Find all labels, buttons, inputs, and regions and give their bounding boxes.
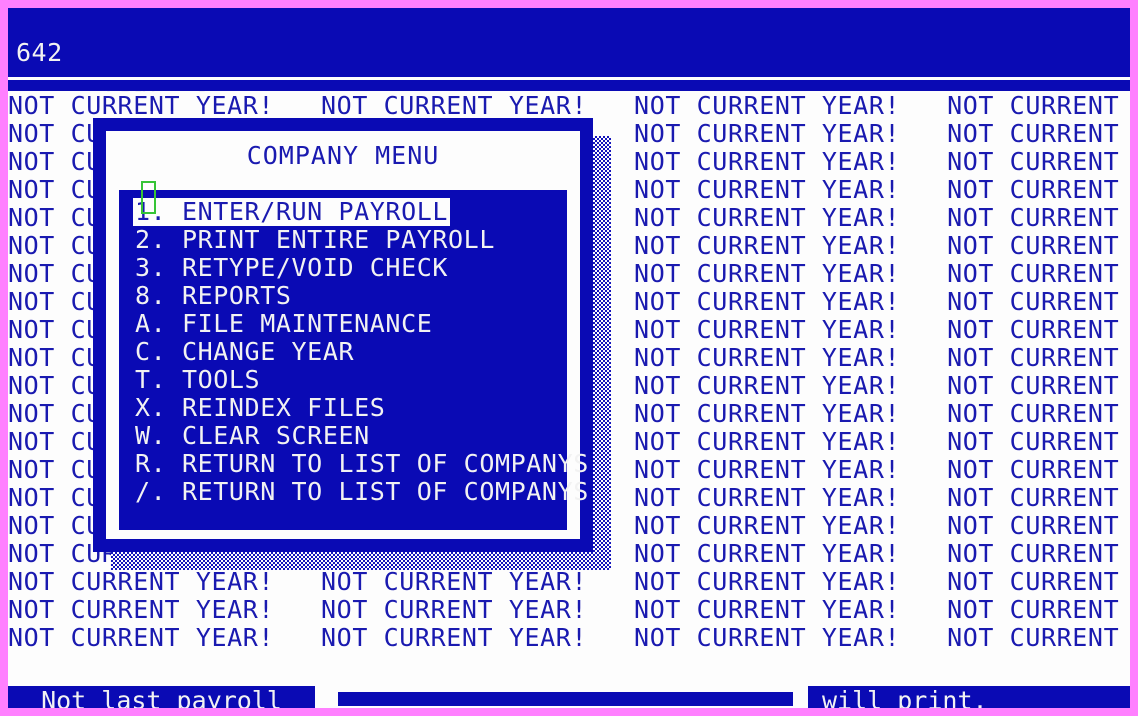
menu-panel: 1. ENTER/RUN PAYROLL 2. PRINT ENTIRE PAYR… — [119, 190, 588, 530]
menu-item-1[interactable]: 1. ENTER/RUN PAYROLL — [119, 198, 581, 226]
menu-item-8[interactable]: 8. REPORTS — [119, 282, 581, 310]
status-left-message: Not last payroll — [8, 686, 315, 708]
dialog-title: COMPANY MENU — [246, 141, 440, 170]
menu-item-label: W. CLEAR SCREEN — [135, 421, 370, 450]
background-warning-line: NOT CURRENT YEAR! NOT CURRENT YEAR! NOT … — [8, 91, 1130, 120]
menu-item-label: X. REINDEX FILES — [135, 393, 386, 422]
status-bar: Not last payroll will print. — [8, 686, 1130, 708]
terminal-screen: 642 Year `0 03/29/22 FAX---> 1 PAYROLL M… — [8, 8, 1130, 708]
menu-item-2[interactable]: 2. PRINT ENTIRE PAYROLL — [119, 226, 581, 254]
menu-item-C[interactable]: C. CHANGE YEAR — [119, 338, 581, 366]
menu-item-label: 8. REPORTS — [135, 281, 292, 310]
menu-item-label: C. CHANGE YEAR — [135, 337, 355, 366]
menu-item-X[interactable]: X. REINDEX FILES — [119, 394, 581, 422]
header-bar: 642 Year `0 03/29/22 FAX---> 1 PAYROLL M… — [8, 8, 1130, 192]
terminal-window: 642 Year `0 03/29/22 FAX---> 1 PAYROLL M… — [0, 0, 1138, 716]
menu-item-A[interactable]: A. FILE MAINTENANCE — [119, 310, 581, 338]
menu-item-label: T. TOOLS — [135, 365, 261, 394]
status-right-message: will print. — [808, 686, 1130, 708]
menu-item-label: 1. ENTER/RUN PAYROLL — [133, 197, 451, 226]
header-divider — [8, 70, 1130, 91]
menu-item-label: 2. PRINT ENTIRE PAYROLL — [135, 225, 495, 254]
background-warning-line: NOT CURRENT YEAR! NOT CURRENT YEAR! NOT … — [8, 595, 1130, 624]
background-warning-line: NOT CURRENT YEAR! NOT CURRENT YEAR! NOT … — [8, 623, 1130, 652]
menu-item-slash[interactable]: /. RETURN TO LIST OF COMPANYS — [119, 478, 588, 506]
header-line-2: PAYROLL MASTERS LAURIE PAY 1ST & 16TH 70… — [8, 34, 1130, 188]
background-warning-line: NOT CURRENT YEAR! NOT CURRENT YEAR! NOT … — [8, 567, 1130, 596]
menu-item-label: R. RETURN TO LIST OF COMPANYS — [135, 449, 589, 478]
menu-item-label: 3. RETYPE/VOID CHECK — [135, 253, 449, 282]
menu-item-label: /. RETURN TO LIST OF COMPANYS — [135, 477, 589, 506]
menu-item-label: A. FILE MAINTENANCE — [135, 309, 433, 338]
header-line-1: 642 Year `0 03/29/22 FAX---> 1 — [8, 8, 1130, 192]
menu-item-R[interactable]: R. RETURN TO LIST OF COMPANYS — [119, 450, 588, 478]
text-cursor — [141, 181, 156, 214]
menu-item-T[interactable]: T. TOOLS — [119, 366, 581, 394]
menu-item-W[interactable]: W. CLEAR SCREEN — [119, 422, 581, 450]
status-middle-segment — [338, 692, 793, 706]
menu-item-3[interactable]: 3. RETYPE/VOID CHECK — [119, 254, 581, 282]
